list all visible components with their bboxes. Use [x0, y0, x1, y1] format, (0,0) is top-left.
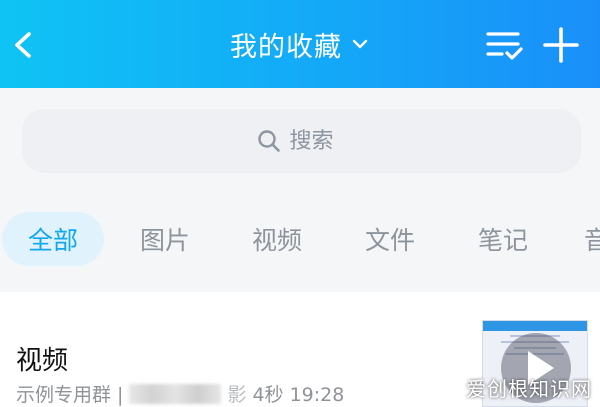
search-input[interactable] [289, 128, 348, 154]
blurred-name [129, 383, 222, 404]
item-time: 4秒 19:28 [252, 384, 345, 406]
item-source: 示例专用群 | [16, 384, 124, 406]
item-title: 视频 [16, 346, 69, 376]
manage-list-button[interactable] [484, 26, 524, 64]
plus-icon [543, 27, 579, 63]
add-button[interactable] [540, 24, 582, 66]
chevron-down-icon [352, 39, 368, 49]
tab-audio[interactable]: 音 [572, 212, 600, 266]
category-tabs: 全部 图片 视频 文件 笔记 音 [0, 192, 600, 292]
search-icon [257, 130, 280, 152]
watermark: 爱创根知识网 [466, 377, 592, 401]
tab-notes[interactable]: 笔记 [452, 212, 554, 266]
page-title: 我的收藏 [230, 31, 342, 63]
item-meta: 示例专用群 | 影 4秒 19:28 [16, 380, 344, 407]
tab-files[interactable]: 文件 [339, 212, 441, 266]
top-bar: 我的收藏 [0, 0, 600, 88]
tab-images[interactable]: 图片 [114, 212, 216, 266]
tab-all[interactable]: 全部 [2, 212, 104, 266]
list-check-icon [486, 32, 523, 60]
search-bar[interactable] [22, 109, 581, 173]
item-source-partial: 影 [227, 384, 247, 406]
tab-videos[interactable]: 视频 [226, 212, 328, 266]
